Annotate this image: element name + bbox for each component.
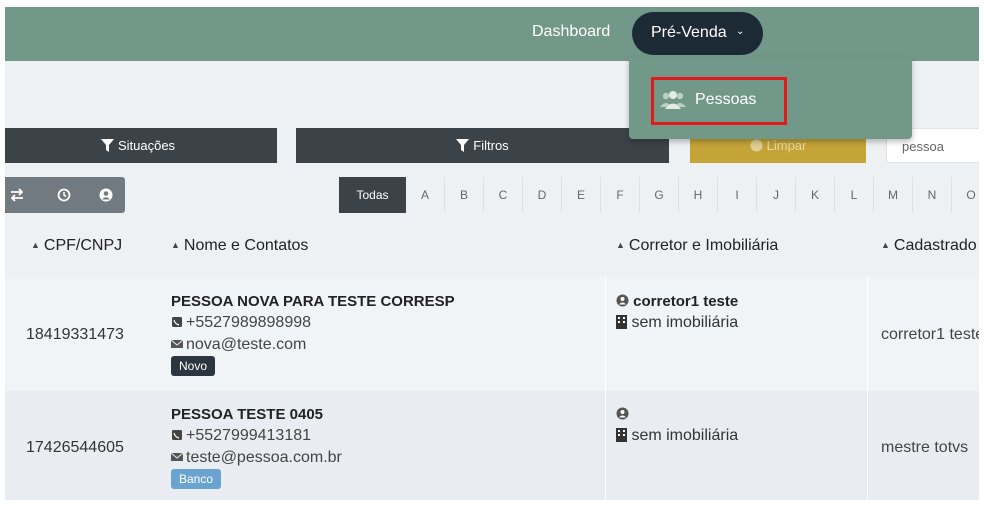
cell-phone-text: +5527989898998 [186, 314, 312, 331]
column-header-nome-label: Nome e Contatos [183, 237, 309, 254]
letter-filter[interactable]: H [679, 177, 718, 213]
column-header-cadastrado[interactable]: ▲ Cadastrado [881, 237, 977, 255]
swap-icon[interactable] [9, 187, 25, 203]
cell-cadastrado: corretor1 teste [881, 326, 979, 343]
sort-icon: ▲ [171, 240, 180, 250]
building-icon [616, 315, 627, 329]
column-divider [605, 391, 606, 500]
top-navbar: Dashboard Pré-Venda ⌄ [5, 7, 979, 61]
user-circle-icon [616, 407, 629, 420]
nav-pre-venda-dropdown[interactable]: Pré-Venda ⌄ [632, 12, 763, 55]
column-divider [867, 391, 868, 500]
column-header-cpf[interactable]: ▲ CPF/CNPJ [31, 237, 122, 255]
situacoes-button[interactable]: Situações [5, 128, 277, 163]
envelope-icon [171, 339, 183, 348]
phone-icon [172, 430, 182, 440]
letter-filter-todas[interactable]: Todas [339, 177, 406, 213]
cell-email[interactable]: nova@teste.com [171, 336, 306, 354]
nav-dashboard-link[interactable]: Dashboard [532, 23, 610, 41]
cell-cadastrado: mestre totvs [881, 439, 969, 456]
situacoes-label: Situações [117, 138, 176, 153]
filter-icon [100, 138, 114, 152]
page: Dashboard Pré-Venda ⌄ Pessoas Situações … [5, 7, 979, 500]
cell-email-text: teste@pessoa.com.br [186, 449, 342, 466]
sort-icon: ▲ [616, 240, 625, 250]
column-header-corretor-label: Corretor e Imobiliária [628, 237, 779, 254]
chevron-down-icon: ⌄ [736, 26, 745, 37]
filter-icon [456, 138, 470, 152]
cell-corretor-text: corretor1 teste [633, 293, 739, 310]
column-header-nome[interactable]: ▲ Nome e Contatos [171, 237, 308, 255]
status-badge: Novo [171, 356, 216, 376]
table-row[interactable]: 17426544605 PESSOA TESTE 0405 +552799941… [5, 391, 979, 500]
cell-corretor: corretor1 teste [616, 293, 738, 310]
column-divider [867, 277, 868, 391]
letter-filter[interactable]: J [757, 177, 796, 213]
letter-filter[interactable]: N [913, 177, 952, 213]
history-icon[interactable] [56, 187, 72, 203]
phone-icon [172, 317, 182, 327]
user-circle-icon[interactable] [98, 187, 114, 203]
cell-imobiliaria: sem imobiliária [616, 427, 738, 445]
cell-name[interactable]: PESSOA TESTE 0405 [171, 406, 323, 423]
letter-filter[interactable]: M [874, 177, 913, 213]
filtros-button[interactable]: Filtros [296, 128, 669, 163]
letter-filter[interactable]: O [952, 177, 979, 213]
view-toolgroup [5, 177, 125, 213]
letter-filter[interactable]: F [601, 177, 640, 213]
building-icon [616, 428, 627, 442]
nav-pre-venda-label: Pré-Venda [651, 24, 727, 41]
cell-phone-text: +5527999413181 [186, 427, 312, 444]
cell-imobiliaria-text: sem imobiliária [631, 314, 739, 331]
people-icon [660, 91, 686, 109]
letter-filter[interactable]: C [484, 177, 523, 213]
sort-icon: ▲ [31, 240, 40, 250]
letter-filter[interactable]: L [835, 177, 874, 213]
limpar-label: Limpar [766, 138, 807, 153]
user-circle-icon [616, 294, 629, 307]
letter-filter[interactable]: A [406, 177, 445, 213]
pre-venda-dropdown-menu: Pessoas [629, 57, 912, 139]
cell-phone[interactable]: +5527999413181 [171, 427, 311, 445]
cell-name[interactable]: PESSOA NOVA PARA TESTE CORRESP [171, 293, 455, 310]
letter-filter[interactable]: G [640, 177, 679, 213]
envelope-icon [171, 452, 183, 461]
cell-email[interactable]: teste@pessoa.com.br [171, 449, 342, 467]
sort-icon: ▲ [881, 240, 890, 250]
alphabet-filter: Todas A B C D E F G H I J K L M N O [339, 177, 979, 213]
dropdown-item-pessoas[interactable]: Pessoas [651, 77, 787, 125]
status-badge: Banco [171, 469, 222, 489]
cell-imobiliaria-text: sem imobiliária [631, 427, 739, 444]
eraser-icon [750, 139, 763, 152]
letter-filter[interactable]: I [718, 177, 757, 213]
cell-corretor [616, 406, 629, 423]
table-row[interactable]: 18419331473 PESSOA NOVA PARA TESTE CORRE… [5, 277, 979, 391]
letter-filter[interactable]: E [562, 177, 601, 213]
dropdown-item-pessoas-label: Pessoas [695, 91, 757, 108]
letter-filter[interactable]: D [523, 177, 562, 213]
cell-email-text: nova@teste.com [186, 336, 307, 353]
cell-cpf: 17426544605 [26, 439, 124, 456]
filtros-label: Filtros [473, 138, 509, 153]
column-header-cadastrado-label: Cadastrado [893, 237, 977, 254]
letter-filter[interactable]: B [445, 177, 484, 213]
cell-phone[interactable]: +5527989898998 [171, 314, 311, 332]
cell-imobiliaria: sem imobiliária [616, 314, 738, 332]
letter-filter[interactable]: K [796, 177, 835, 213]
column-header-corretor[interactable]: ▲ Corretor e Imobiliária [616, 237, 778, 255]
cell-cpf: 18419331473 [26, 326, 124, 343]
column-divider [605, 277, 606, 391]
column-header-cpf-label: CPF/CNPJ [43, 237, 123, 254]
